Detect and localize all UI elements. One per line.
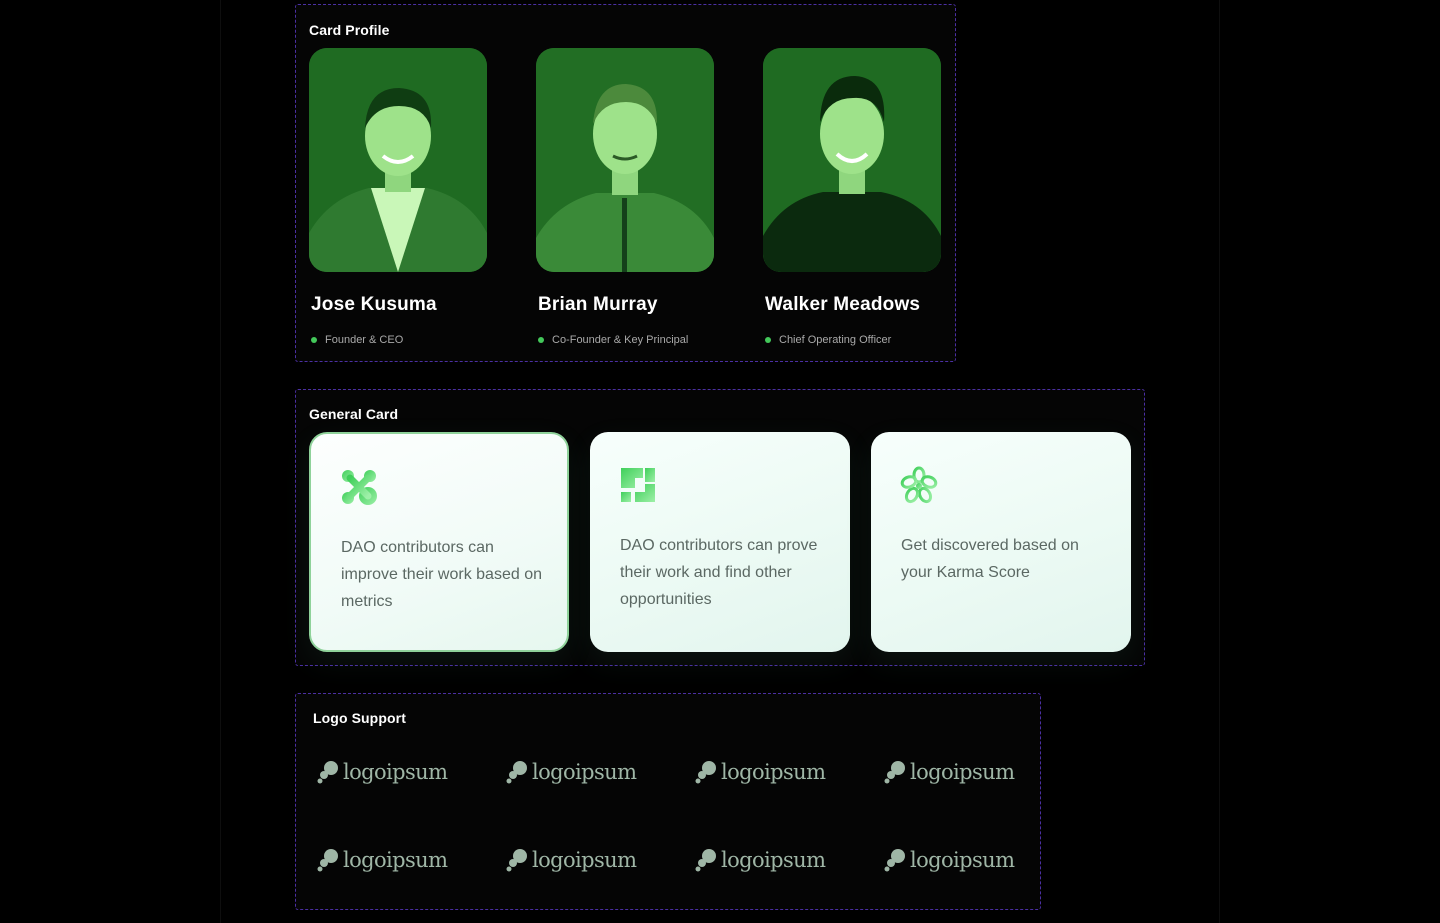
general-card-section: General Card DAO contributors can improv… bbox=[295, 389, 1145, 666]
logoipsum-mark-icon bbox=[506, 761, 527, 784]
logoipsum-mark-icon bbox=[695, 761, 716, 784]
card-description: DAO contributors can prove their work an… bbox=[620, 537, 818, 608]
logoipsum-mark-icon bbox=[884, 761, 905, 784]
partner-logo: logoipsum bbox=[883, 757, 1018, 787]
card-description: DAO contributors can improve their work … bbox=[341, 539, 542, 610]
feature-card[interactable]: DAO contributors can improve their work … bbox=[309, 432, 569, 652]
partner-logo: logoipsum bbox=[883, 845, 1018, 875]
partner-logo: logoipsum bbox=[505, 845, 640, 875]
feature-card[interactable]: Get discovered based on your Karma Score bbox=[871, 432, 1131, 652]
logo-wordmark: logoipsum bbox=[910, 848, 1015, 872]
logoipsum-mark-icon bbox=[695, 849, 716, 872]
logoipsum-mark-icon bbox=[884, 849, 905, 872]
role-label: Founder & CEO bbox=[325, 334, 404, 346]
logo-wordmark: logoipsum bbox=[532, 760, 637, 784]
logoipsum-mark-icon bbox=[506, 849, 527, 872]
card-profile-section: Card Profile Jose Kusuma Founder & CEO B… bbox=[295, 4, 956, 362]
logo-wordmark: logoipsum bbox=[532, 848, 637, 872]
profile-photo bbox=[763, 48, 941, 272]
person-name: Jose Kusuma bbox=[311, 294, 437, 315]
person-role: Founder & CEO bbox=[311, 334, 487, 346]
section-title: Card Profile bbox=[309, 22, 390, 38]
card-description: Get discovered based on your Karma Score bbox=[901, 537, 1079, 581]
logo-support-section: Logo Support logoipsum logoipsum logoips… bbox=[295, 693, 1041, 910]
logo-wordmark: logoipsum bbox=[343, 760, 448, 784]
right-guide-line bbox=[1219, 0, 1220, 923]
person-role: Chief Operating Officer bbox=[765, 334, 941, 346]
profile-card[interactable]: Walker Meadows Chief Operating Officer bbox=[763, 48, 941, 346]
profile-photo bbox=[309, 48, 487, 272]
profile-card[interactable]: Brian Murray Co-Founder & Key Principal bbox=[536, 48, 714, 346]
logo-wordmark: logoipsum bbox=[721, 760, 826, 784]
person-name: Walker Meadows bbox=[765, 294, 921, 315]
partner-logo: logoipsum bbox=[316, 757, 451, 787]
profile-card[interactable]: Jose Kusuma Founder & CEO bbox=[309, 48, 487, 346]
logoipsum-mark-icon bbox=[317, 849, 338, 872]
person-role: Co-Founder & Key Principal bbox=[538, 334, 714, 346]
logo-wordmark: logoipsum bbox=[721, 848, 826, 872]
partner-logo: logoipsum bbox=[505, 757, 640, 787]
logo-wordmark: logoipsum bbox=[910, 760, 1015, 784]
left-guide-line bbox=[220, 0, 221, 923]
person-name: Brian Murray bbox=[538, 294, 658, 315]
partner-logo: logoipsum bbox=[694, 845, 829, 875]
profile-photo bbox=[536, 48, 714, 272]
logo-wordmark: logoipsum bbox=[343, 848, 448, 872]
flower-icon bbox=[900, 466, 938, 504]
puzzle-square-icon bbox=[621, 468, 655, 502]
section-title: General Card bbox=[309, 406, 399, 422]
status-dot bbox=[765, 337, 771, 343]
role-label: Co-Founder & Key Principal bbox=[552, 334, 689, 346]
status-dot bbox=[538, 337, 544, 343]
logoipsum-mark-icon bbox=[317, 761, 338, 784]
partner-logo: logoipsum bbox=[316, 845, 451, 875]
feature-card[interactable]: DAO contributors can prove their work an… bbox=[590, 432, 850, 652]
role-label: Chief Operating Officer bbox=[779, 334, 892, 346]
x-blob-icon bbox=[342, 470, 377, 505]
status-dot bbox=[311, 337, 317, 343]
section-title: Logo Support bbox=[313, 710, 406, 726]
partner-logo: logoipsum bbox=[694, 757, 829, 787]
